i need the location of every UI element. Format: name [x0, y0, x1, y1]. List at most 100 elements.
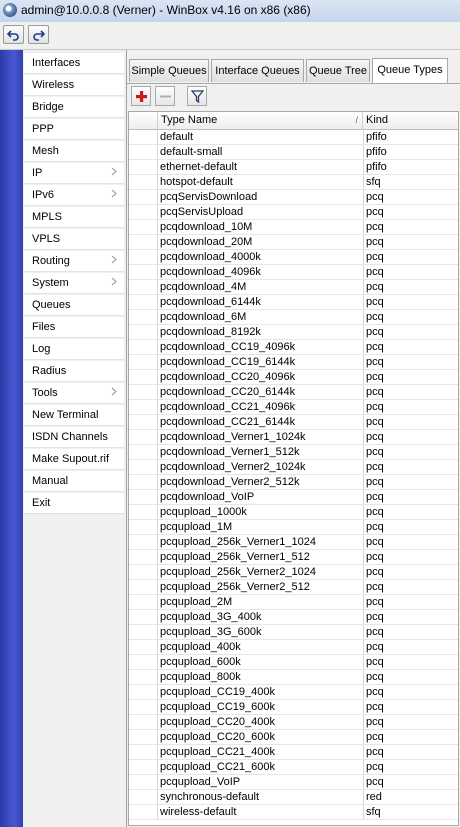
- table-row[interactable]: pcqupload_256k_Verner1_1024 pcq: [129, 535, 458, 550]
- table-row[interactable]: pcqupload_1M pcq: [129, 520, 458, 535]
- table-row[interactable]: pcqupload_256k_Verner1_512 pcq: [129, 550, 458, 565]
- table-row[interactable]: pcqupload_256k_Verner2_512 pcq: [129, 580, 458, 595]
- sidebar-item-routing[interactable]: Routing: [24, 251, 124, 272]
- table-row[interactable]: pcqupload_VoIP pcq: [129, 775, 458, 790]
- sidebar-item-exit[interactable]: Exit: [24, 493, 124, 514]
- column-header-kind[interactable]: Kind: [363, 112, 458, 129]
- table-row[interactable]: pcqdownload_4096k pcq: [129, 265, 458, 280]
- sidebar-item-label: Files: [32, 321, 56, 333]
- cell-type-name: pcqdownload_CC19_6144k: [160, 356, 296, 368]
- remove-button[interactable]: [155, 86, 175, 106]
- sidebar-item-tools[interactable]: Tools: [24, 383, 124, 404]
- table-row[interactable]: pcqdownload_CC21_4096k pcq: [129, 400, 458, 415]
- table-row[interactable]: pcqdownload_CC20_6144k pcq: [129, 385, 458, 400]
- sidebar-item-radius[interactable]: Radius: [24, 361, 124, 382]
- row-gutter: [129, 505, 158, 519]
- table-row[interactable]: pcqupload_800k pcq: [129, 670, 458, 685]
- sidebar-item-system[interactable]: System: [24, 273, 124, 294]
- table-row[interactable]: pcqupload_3G_600k pcq: [129, 625, 458, 640]
- submenu-arrow-icon: [111, 189, 117, 198]
- table-row[interactable]: pcqdownload_20M pcq: [129, 235, 458, 250]
- cell-kind: pcq: [363, 730, 384, 744]
- table-row[interactable]: pcqupload_400k pcq: [129, 640, 458, 655]
- table-row[interactable]: ethernet-default pfifo: [129, 160, 458, 175]
- sidebar-item-mesh[interactable]: Mesh: [24, 141, 124, 162]
- add-button[interactable]: [131, 86, 151, 106]
- table-row[interactable]: pcqdownload_8192k pcq: [129, 325, 458, 340]
- table-row[interactable]: pcqupload_CC20_400k pcq: [129, 715, 458, 730]
- table-row[interactable]: pcqupload_600k pcq: [129, 655, 458, 670]
- cell-type-name: pcqupload_800k: [160, 671, 241, 683]
- sidebar-item-bridge[interactable]: Bridge: [24, 97, 124, 118]
- sidebar-item-label: IPv6: [32, 189, 55, 201]
- tab-bar: Simple Queues Interface Queues Queue Tre…: [127, 58, 460, 84]
- row-gutter: [129, 220, 158, 234]
- sidebar-item-interfaces[interactable]: Interfaces: [24, 53, 124, 74]
- tab-simple-queues[interactable]: Simple Queues: [129, 59, 209, 82]
- cell-kind: pcq: [363, 670, 384, 684]
- tab-queue-tree[interactable]: Queue Tree: [306, 59, 370, 82]
- table-row[interactable]: pcqupload_1000k pcq: [129, 505, 458, 520]
- table-row[interactable]: pcqdownload_Verner1_1024k pcq: [129, 430, 458, 445]
- table-row[interactable]: synchronous-default red: [129, 790, 458, 805]
- table-row[interactable]: default pfifo: [129, 130, 458, 145]
- row-gutter: [129, 190, 158, 204]
- table-row[interactable]: pcqdownload_CC19_4096k pcq: [129, 340, 458, 355]
- table-row[interactable]: pcqupload_CC21_600k pcq: [129, 760, 458, 775]
- sidebar-item-ppp[interactable]: PPP: [24, 119, 124, 140]
- sidebar-item-label: ISDN Channels: [32, 431, 108, 443]
- table-row[interactable]: pcqdownload_Verner2_1024k pcq: [129, 460, 458, 475]
- table-row[interactable]: pcqupload_CC20_600k pcq: [129, 730, 458, 745]
- row-gutter: [129, 475, 158, 489]
- tab-queue-types[interactable]: Queue Types: [372, 58, 448, 83]
- table-row[interactable]: hotspot-default sfq: [129, 175, 458, 190]
- cell-type-name: pcqdownload_Verner2_1024k: [160, 461, 306, 473]
- sidebar-item-log[interactable]: Log: [24, 339, 124, 360]
- undo-button[interactable]: [3, 25, 24, 44]
- table-row[interactable]: pcqdownload_10M pcq: [129, 220, 458, 235]
- table-row[interactable]: pcqdownload_CC21_6144k pcq: [129, 415, 458, 430]
- cell-kind: pcq: [363, 295, 384, 309]
- table-row[interactable]: pcqdownload_CC19_6144k pcq: [129, 355, 458, 370]
- table-row[interactable]: pcqupload_CC21_400k pcq: [129, 745, 458, 760]
- sidebar-item-files[interactable]: Files: [24, 317, 124, 338]
- sidebar-item-queues[interactable]: Queues: [24, 295, 124, 316]
- cell-type-name: pcqServisDownload: [160, 191, 258, 203]
- table-row[interactable]: pcqupload_3G_400k pcq: [129, 610, 458, 625]
- table-row[interactable]: pcqdownload_VoIP pcq: [129, 490, 458, 505]
- row-gutter: [129, 640, 158, 654]
- table-row[interactable]: pcqupload_2M pcq: [129, 595, 458, 610]
- filter-button[interactable]: [187, 86, 207, 106]
- table-row[interactable]: default-small pfifo: [129, 145, 458, 160]
- sidebar-item-ipv6[interactable]: IPv6: [24, 185, 124, 206]
- table-row[interactable]: pcqdownload_Verner2_512k pcq: [129, 475, 458, 490]
- table-row[interactable]: wireless-default sfq: [129, 805, 458, 820]
- table-row[interactable]: pcqServisDownload pcq: [129, 190, 458, 205]
- cell-kind: pfifo: [363, 160, 387, 174]
- table-row[interactable]: pcqdownload_6144k pcq: [129, 295, 458, 310]
- sidebar-item-manual[interactable]: Manual: [24, 471, 124, 492]
- table-row[interactable]: pcqServisUpload pcq: [129, 205, 458, 220]
- table-row[interactable]: pcqdownload_6M pcq: [129, 310, 458, 325]
- table-row[interactable]: pcqupload_CC19_400k pcq: [129, 685, 458, 700]
- table-row[interactable]: pcqupload_256k_Verner2_1024 pcq: [129, 565, 458, 580]
- sidebar-item-new-terminal[interactable]: New Terminal: [24, 405, 124, 426]
- table-row[interactable]: pcqupload_CC19_600k pcq: [129, 700, 458, 715]
- row-gutter: [129, 745, 158, 759]
- sidebar-item-vpls[interactable]: VPLS: [24, 229, 124, 250]
- row-gutter: [129, 565, 158, 579]
- sidebar-item-ip[interactable]: IP: [24, 163, 124, 184]
- sidebar-item-isdn-channels[interactable]: ISDN Channels: [24, 427, 124, 448]
- sidebar-item-mpls[interactable]: MPLS: [24, 207, 124, 228]
- table-row[interactable]: pcqdownload_CC20_4096k pcq: [129, 370, 458, 385]
- column-header-type-name[interactable]: Type Name /: [158, 112, 363, 129]
- redo-button[interactable]: [28, 25, 49, 44]
- table-row[interactable]: pcqdownload_Verner1_512k pcq: [129, 445, 458, 460]
- table-row[interactable]: pcqdownload_4000k pcq: [129, 250, 458, 265]
- tab-interface-queues[interactable]: Interface Queues: [211, 59, 304, 82]
- sidebar-item-make-supout-rif[interactable]: Make Supout.rif: [24, 449, 124, 470]
- sidebar-item-label: Tools: [32, 387, 58, 399]
- table-row[interactable]: pcqdownload_4M pcq: [129, 280, 458, 295]
- cell-type-name: default-small: [160, 146, 223, 158]
- sidebar-item-wireless[interactable]: Wireless: [24, 75, 124, 96]
